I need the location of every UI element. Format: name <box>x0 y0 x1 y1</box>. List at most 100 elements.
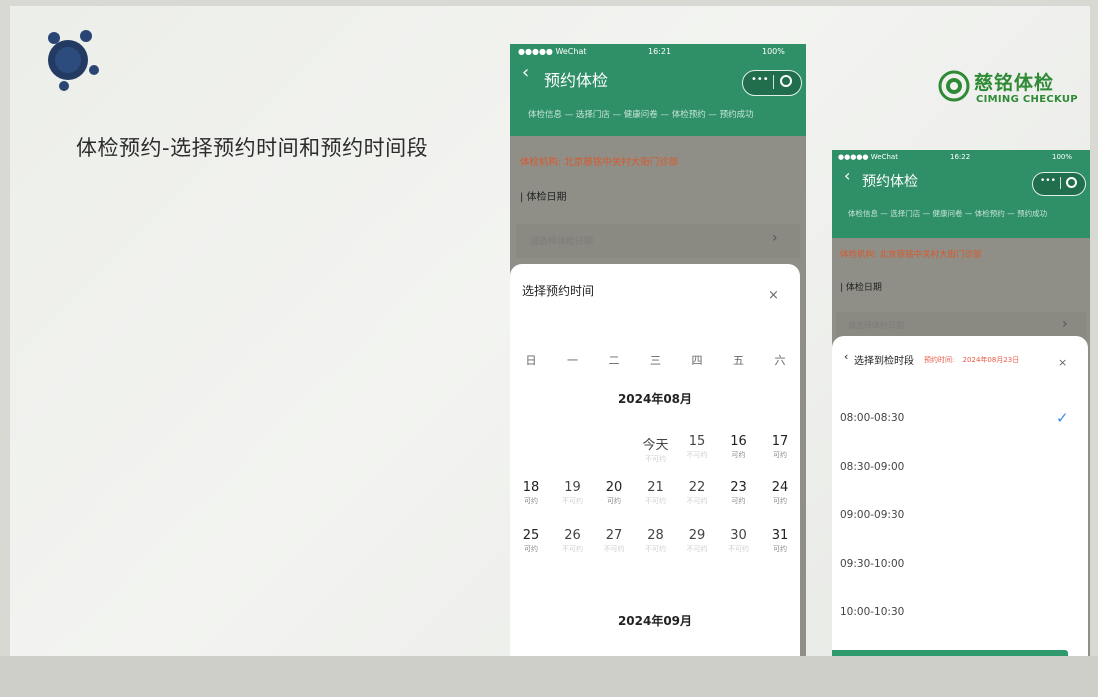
calendar-day: 26 不可约 <box>553 528 593 554</box>
status-carrier: ●●●●● WeChat <box>838 153 898 161</box>
day-number: 24 <box>771 480 789 495</box>
day-number: 今天 <box>642 438 669 453</box>
calendar-day[interactable]: 31 可约 <box>760 528 800 554</box>
bottom-strip <box>0 656 1098 697</box>
time-slot-label: 09:30-10:00 <box>840 557 905 570</box>
day-number: 15 <box>688 434 706 449</box>
day-status: 不可约 <box>686 451 708 459</box>
time-slot-back-button[interactable]: ‹ <box>844 350 848 363</box>
month-heading-aug: 2024年08月 <box>617 392 693 406</box>
org-value: 北京慈铭中关村大街门诊部 <box>564 157 679 168</box>
calendar-day: 28 不可约 <box>636 528 676 554</box>
org-value: 北京慈铭中关村大街门诊部 <box>879 250 982 260</box>
time-slot-label: 09:00-09:30 <box>840 509 905 521</box>
phone1-header: ●●●●● WeChat 16:21 100% ‹ 预约体检 ••• 体检信息 … <box>510 44 806 136</box>
day-status: 不可约 <box>645 497 666 505</box>
day-number: 19 <box>564 480 581 495</box>
more-icon[interactable]: ••• <box>1040 176 1056 186</box>
weekday-label: 三 <box>650 354 661 367</box>
weekday-label: 五 <box>733 354 744 367</box>
brand-name-cn: 慈铭体检 <box>974 72 1055 94</box>
day-status: 不可约 <box>686 545 708 553</box>
day-number: 23 <box>730 480 747 495</box>
close-icon[interactable]: × <box>1058 356 1067 369</box>
org-label: 体检机构: <box>520 157 562 168</box>
calendar-day: 15 不可约 <box>677 434 717 460</box>
day-status: 不可约 <box>603 545 625 553</box>
more-icon[interactable]: ••• <box>751 74 769 85</box>
back-button[interactable]: ‹ <box>844 166 850 185</box>
time-slot-label: 08:00-08:30 <box>840 412 905 424</box>
mini-program-capsule[interactable]: ••• <box>1032 172 1086 196</box>
calendar-day[interactable]: 18 可约 <box>511 480 551 506</box>
time-slot-item[interactable]: 08:00-08:30 ✓ <box>832 409 1088 436</box>
appointment-date-value: 2024年08月23日 <box>962 356 1020 364</box>
month-heading-sep: 2024年09月 <box>617 614 693 628</box>
day-status: 不可约 <box>645 455 666 463</box>
chevron-right-icon: › <box>1062 316 1068 332</box>
calendar-day[interactable]: 25 可约 <box>511 528 551 554</box>
time-slot-sheet: ‹ 选择到检时段 预约时间: 2024年08月23日 × 08:00-08:30… <box>832 336 1088 656</box>
calendar-day: 21 不可约 <box>636 480 676 506</box>
day-status: 不可约 <box>728 545 749 553</box>
day-status: 不可约 <box>562 545 583 553</box>
status-time: 16:21 <box>648 47 672 56</box>
date-picker-title: 选择预约时间 <box>522 284 595 298</box>
day-number: 25 <box>522 528 540 543</box>
status-battery: 100% <box>762 47 785 56</box>
day-status: 可约 <box>607 497 621 505</box>
day-status: 不可约 <box>645 545 666 553</box>
day-status: 不可约 <box>686 497 708 505</box>
calendar-day: 22 不可约 <box>677 480 717 506</box>
time-slot-item[interactable]: 08:30-09:00 <box>832 461 1088 485</box>
day-status: 可约 <box>773 545 787 553</box>
status-carrier: ●●●●● WeChat <box>518 47 587 56</box>
day-number: 31 <box>771 528 789 543</box>
brand-logo: 慈铭体检 CIMING CHECKUP <box>938 68 1088 114</box>
status-time: 16:22 <box>950 153 971 161</box>
calendar-day[interactable]: 23 可约 <box>719 480 759 506</box>
weekday-label: 一 <box>567 354 578 367</box>
calendar-day[interactable]: 20 可约 <box>594 480 634 506</box>
appointment-date-info: 预约时间: 2024年08月23日 <box>924 355 1019 365</box>
time-slot-item[interactable]: 09:30-10:00 <box>832 558 1088 582</box>
calendar-day[interactable]: 16 可约 <box>719 434 759 460</box>
time-slot-item[interactable]: 10:00-10:30 <box>832 606 1088 630</box>
phone2-header: ●●●●● WeChat 16:22 100% ‹ 预约体检 ••• 体检信息 … <box>832 150 1090 238</box>
calendar-day[interactable]: 24 可约 <box>760 480 800 506</box>
slide-title: 体检预约-选择预约时间和预约时间段 <box>76 136 429 160</box>
day-status: 不可约 <box>562 497 583 505</box>
time-slot-item[interactable]: 09:00-09:30 <box>832 509 1088 533</box>
day-number: 27 <box>605 528 623 543</box>
day-number: 18 <box>522 480 540 495</box>
day-status: 可约 <box>773 497 787 505</box>
selected-check-icon: ✓ <box>1056 409 1069 427</box>
progress-steps: 体检信息 — 选择门店 — 健康问卷 — 体检预约 — 预约成功 <box>848 209 1048 218</box>
date-label: | 体检日期 <box>840 283 882 293</box>
calendar-day[interactable]: 17 可约 <box>760 434 800 460</box>
time-slot-label: 08:30-09:00 <box>840 460 905 473</box>
date-select-field[interactable]: 请选择体检日期 › <box>516 224 800 258</box>
close-icon[interactable]: × <box>768 288 779 303</box>
date-placeholder: 请选择体检日期 <box>848 321 904 330</box>
day-status: 可约 <box>773 451 787 459</box>
close-miniprogram-icon[interactable] <box>1066 177 1077 188</box>
day-status: 可约 <box>524 497 538 505</box>
nav-title: 预约体检 <box>544 71 609 90</box>
presentation-slide: 体检预约-选择预约时间和预约时间段 慈铭体检 CIMING CHECKUP ●●… <box>10 6 1090 656</box>
day-status: 可约 <box>731 497 746 505</box>
day-status: 可约 <box>731 451 746 459</box>
brand-name-en: CIMING CHECKUP <box>976 94 1078 105</box>
time-slot-title: 选择到检时段 <box>854 356 914 367</box>
date-picker-sheet: 选择预约时间 × 日 一 二 三 四 五 六 2024年08月 今天 不可约 15 不可约 16 可约… <box>510 264 800 656</box>
back-button[interactable]: ‹ <box>522 62 529 83</box>
day-number: 28 <box>647 528 664 543</box>
day-number: 26 <box>564 528 581 543</box>
phone-screen-date-picker: ●●●●● WeChat 16:21 100% ‹ 预约体检 ••• 体检信息 … <box>510 44 806 656</box>
calendar-day: 27 不可约 <box>594 528 634 554</box>
close-miniprogram-icon[interactable] <box>780 75 792 87</box>
org-info: 体检机构: 北京慈铭中关村大街门诊部 <box>840 248 982 260</box>
mini-program-capsule[interactable]: ••• <box>742 70 802 96</box>
progress-steps: 体检信息 — 选择门店 — 健康问卷 — 体检预约 — 预约成功 <box>528 110 754 120</box>
brand-mark-icon <box>938 70 970 102</box>
